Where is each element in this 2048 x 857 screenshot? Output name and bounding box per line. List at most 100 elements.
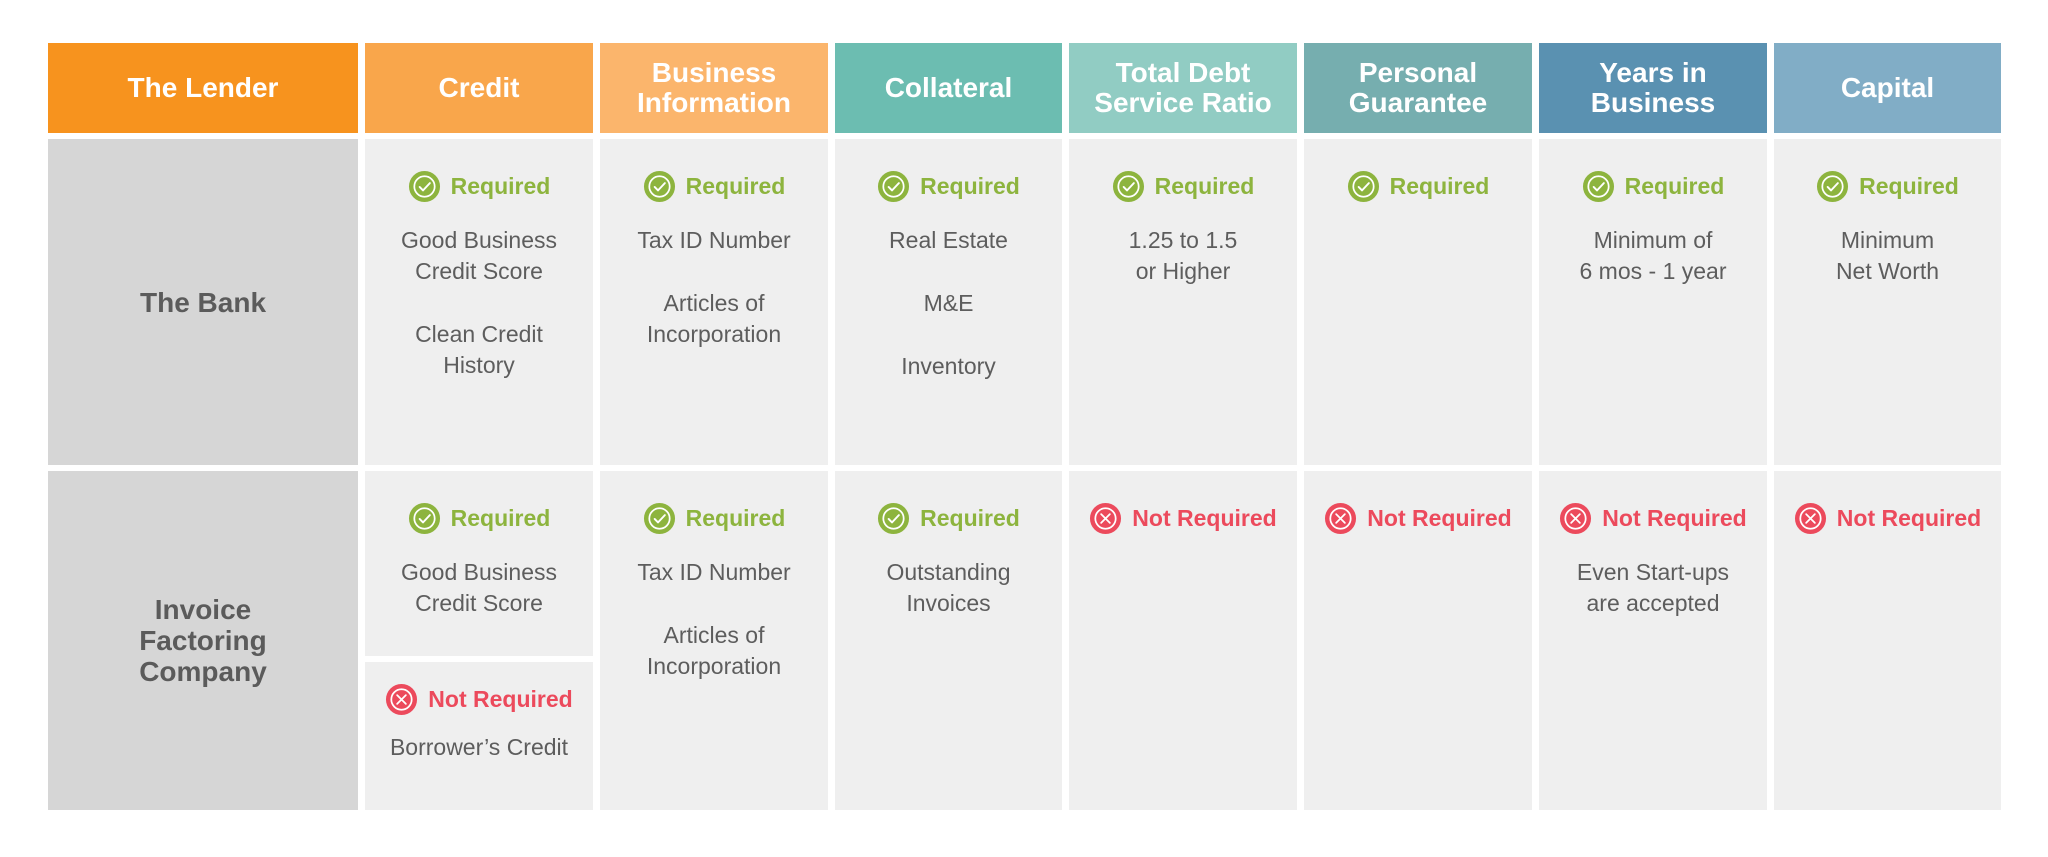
header-the-lender: The Lender <box>48 43 358 133</box>
required-status: Required <box>408 169 551 203</box>
header-label: Collateral <box>884 72 1013 103</box>
check-circle-icon <box>1112 170 1145 203</box>
lender-the-bank: The Bank <box>48 139 358 465</box>
bank-business-information-cell: Required Tax ID Number Articles of Incorpo… <box>600 139 828 465</box>
status-label: Required <box>1624 172 1725 199</box>
requirement-list: Tax ID Number Articles of Incorporation <box>637 225 790 382</box>
requirement-list: Outstanding Invoices <box>886 557 1010 651</box>
status-label: Required <box>685 172 786 199</box>
required-status: Required <box>643 169 786 203</box>
status-label: Required <box>685 504 786 531</box>
factoring-total-debt-service-ratio-cell: Not Required <box>1069 471 1297 810</box>
requirement-list: Good Business Credit Score <box>401 557 557 651</box>
requirement-item: Outstanding Invoices <box>886 559 1011 616</box>
bank-credit-cell: Required Good Business Credit Score Clean … <box>365 139 593 465</box>
header-total-debt-service-ratio: Total Debt Service Ratio <box>1069 43 1297 133</box>
requirement-item: Tax ID Number <box>637 227 791 253</box>
required-status: Required <box>643 501 786 535</box>
header-label: Credit <box>438 72 520 103</box>
check-circle-icon <box>408 502 441 535</box>
required-status: Required <box>877 169 1020 203</box>
status-label: Required <box>1859 172 1959 199</box>
status-label: Required <box>1389 172 1490 199</box>
lender-name: The Bank <box>139 286 267 318</box>
requirement-item: Good Business Credit Score <box>401 227 557 284</box>
required-status: Required <box>408 501 551 535</box>
required-status: Required <box>1347 169 1490 203</box>
requirement-list: Real Estate M&E Inventory <box>889 225 1008 414</box>
x-circle-icon <box>1089 502 1122 535</box>
x-circle-icon <box>1324 502 1357 535</box>
status-label: Required <box>450 504 551 531</box>
header-collateral: Collateral <box>835 43 1062 133</box>
not-required-status: Not Required <box>1559 501 1747 535</box>
x-circle-icon <box>385 683 418 716</box>
header-capital: Capital <box>1774 43 2001 133</box>
check-circle-icon <box>877 502 910 535</box>
requirement-list: Minimum of 6 mos - 1 year <box>1580 225 1727 319</box>
x-circle-icon <box>1794 502 1827 535</box>
header-credit: Credit <box>365 43 593 133</box>
requirement-item: Articles of Incorporation <box>646 290 782 347</box>
requirement-item: Clean Credit History <box>415 321 543 378</box>
status-label: Required <box>450 172 551 199</box>
header-business-information: Business Information <box>600 43 828 133</box>
check-circle-icon <box>643 170 676 203</box>
requirement-item: Even Start-ups are accepted <box>1576 559 1730 616</box>
status-label: Not Required <box>428 685 573 712</box>
bank-capital-cell: Required Minimum Net Worth <box>1774 139 2001 465</box>
not-required-status: Not Required <box>1324 501 1512 535</box>
requirement-item: Good Business Credit Score <box>401 559 557 616</box>
not-required-status: Not Required <box>1794 501 1981 535</box>
factoring-credit-cell: Required Good Business Credit Score <box>365 471 593 656</box>
check-circle-icon <box>877 170 910 203</box>
required-status: Required <box>1112 169 1255 203</box>
required-status: Required <box>1816 169 1959 203</box>
requirement-item: Borrower’s Credit <box>389 734 569 760</box>
bank-years-in-business-cell: Required Minimum of 6 mos - 1 year <box>1539 139 1767 465</box>
bank-total-debt-service-ratio-cell: Required 1.25 to 1.5 or Higher <box>1069 139 1297 465</box>
requirement-list: 1.25 to 1.5 or Higher <box>1129 225 1238 319</box>
lender-invoice-factoring-company: Invoice Factoring Company <box>48 471 358 810</box>
bank-personal-guarantee-cell: Required <box>1304 139 1532 465</box>
requirement-list: Minimum Net Worth <box>1836 225 1939 319</box>
factoring-borrower-credit-cell: Not Required Borrower’s Credit <box>365 662 593 810</box>
requirement-list: Tax ID Number Articles of Incorporation <box>637 557 790 714</box>
requirement-item: Minimum of 6 mos - 1 year <box>1579 227 1727 284</box>
header-label: Personal Guarantee <box>1348 57 1488 118</box>
factoring-personal-guarantee-cell: Not Required <box>1304 471 1532 810</box>
status-label: Not Required <box>1836 504 1982 531</box>
header-label: Total Debt Service Ratio <box>1094 57 1272 118</box>
requirement-item: M&E <box>923 290 974 316</box>
requirement-item: Minimum Net Worth <box>1835 227 1940 284</box>
header-label: Capital <box>1840 72 1935 103</box>
header-label: The Lender <box>127 72 279 103</box>
status-label: Required <box>920 504 1020 531</box>
not-required-status: Not Required <box>385 682 573 716</box>
check-circle-icon <box>1347 170 1380 203</box>
factoring-collateral-cell: Required Outstanding Invoices <box>835 471 1062 810</box>
x-circle-icon <box>1559 502 1592 535</box>
requirement-item: Tax ID Number <box>637 559 791 585</box>
status-label: Not Required <box>1367 504 1512 531</box>
factoring-business-information-cell: Required Tax ID Number Articles of Incorpo… <box>600 471 828 810</box>
requirement-item: 1.25 to 1.5 or Higher <box>1128 227 1238 284</box>
status-label: Required <box>920 172 1020 199</box>
requirement-item: Articles of Incorporation <box>646 622 782 679</box>
header-personal-guarantee: Personal Guarantee <box>1304 43 1532 133</box>
requirement-list: Even Start-ups are accepted <box>1577 557 1729 651</box>
lender-comparison-table: The Lender Credit Business Information C… <box>48 43 2001 810</box>
check-circle-icon <box>1816 170 1849 203</box>
header-label: Years in Business <box>1590 57 1716 118</box>
requirement-list: Good Business Credit Score Clean Credit H… <box>401 225 557 413</box>
requirement-item: Real Estate <box>889 227 1008 253</box>
factoring-capital-cell: Not Required <box>1774 471 2001 810</box>
requirement-list: Borrower’s Credit <box>390 732 568 795</box>
requirement-item: Inventory <box>901 353 996 379</box>
check-circle-icon <box>1582 170 1615 203</box>
header-years-in-business: Years in Business <box>1539 43 1767 133</box>
factoring-credit-split: Required Good Business Credit Score Not R… <box>365 471 593 810</box>
not-required-status: Not Required <box>1089 501 1277 535</box>
status-label: Required <box>1154 172 1255 199</box>
check-circle-icon <box>643 502 676 535</box>
